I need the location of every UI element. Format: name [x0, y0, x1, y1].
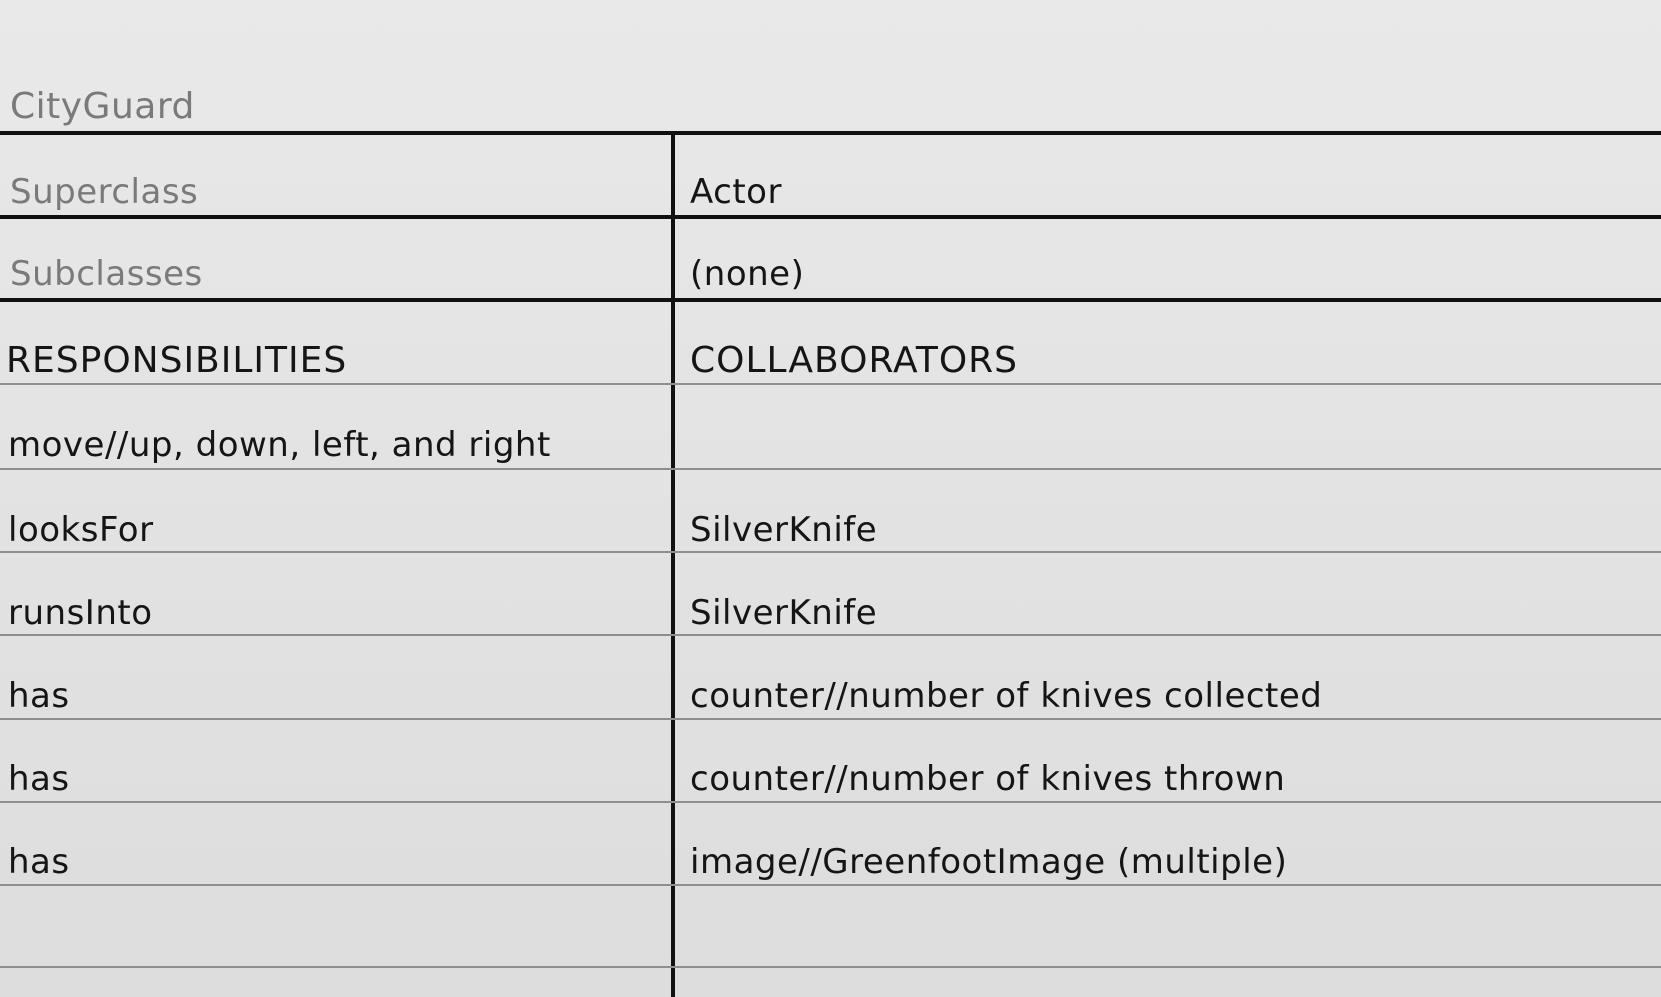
ruled-line [0, 966, 1661, 968]
class-name: CityGuard [10, 86, 195, 127]
ruled-line [0, 718, 1661, 720]
subclasses-divider [0, 298, 1661, 302]
column-divider [671, 133, 675, 997]
superclass-label: Superclass [10, 172, 199, 212]
subclasses-value: (none) [690, 254, 805, 294]
collaborator-item: counter//number of knives collected [690, 676, 1323, 716]
superclass-divider [0, 215, 1661, 219]
ruled-line [0, 468, 1661, 470]
subclasses-label: Subclasses [10, 254, 203, 294]
crc-card: CityGuard Superclass Actor Subclasses (n… [0, 0, 1661, 997]
collaborator-item: SilverKnife [690, 510, 878, 550]
collaborator-item: SilverKnife [690, 593, 878, 633]
ruled-line [0, 801, 1661, 803]
responsibility-item: looksFor [8, 510, 154, 550]
collaborator-item: image//GreenfootImage (multiple) [690, 842, 1288, 882]
ruled-line [0, 634, 1661, 636]
top-border-line [0, 131, 1661, 135]
superclass-value: Actor [690, 172, 782, 212]
ruled-line [0, 383, 1661, 385]
ruled-line [0, 551, 1661, 553]
ruled-line [0, 884, 1661, 886]
collaborators-header: COLLABORATORS [690, 340, 1019, 381]
responsibility-item: has [8, 842, 70, 882]
responsibility-item: runsInto [8, 593, 153, 633]
responsibilities-header: RESPONSIBILITIES [6, 340, 348, 381]
collaborator-item: counter//number of knives thrown [690, 759, 1286, 799]
responsibility-item: has [8, 759, 70, 799]
responsibility-item: move//up, down, left, and right [8, 425, 551, 465]
responsibility-item: has [8, 676, 70, 716]
